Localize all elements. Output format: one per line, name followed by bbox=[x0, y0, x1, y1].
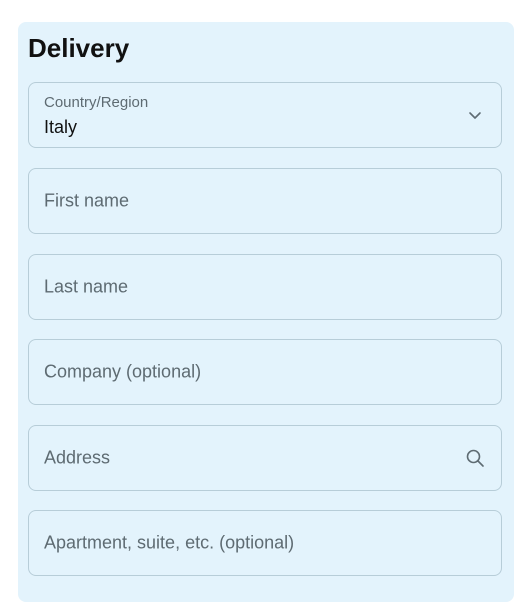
delivery-section: Delivery Country/Region Italy First name… bbox=[18, 22, 514, 602]
chevron-down-icon bbox=[465, 105, 485, 125]
country-region-value: Italy bbox=[44, 117, 78, 137]
address-placeholder: Address bbox=[44, 447, 111, 468]
company-placeholder: Company (optional) bbox=[44, 361, 202, 382]
country-region-select[interactable]: Country/Region Italy bbox=[28, 82, 502, 148]
apartment-placeholder: Apartment, suite, etc. (optional) bbox=[44, 532, 295, 553]
company-field[interactable]: Company (optional) bbox=[28, 339, 502, 405]
search-icon[interactable] bbox=[465, 448, 485, 468]
section-title: Delivery bbox=[28, 33, 130, 63]
country-region-label: Country/Region bbox=[44, 94, 149, 111]
first-name-placeholder: First name bbox=[44, 190, 130, 211]
address-field[interactable]: Address bbox=[28, 425, 502, 491]
apartment-field[interactable]: Apartment, suite, etc. (optional) bbox=[28, 510, 502, 576]
last-name-field[interactable]: Last name bbox=[28, 254, 502, 320]
first-name-field[interactable]: First name bbox=[28, 168, 502, 234]
last-name-placeholder: Last name bbox=[44, 276, 129, 297]
